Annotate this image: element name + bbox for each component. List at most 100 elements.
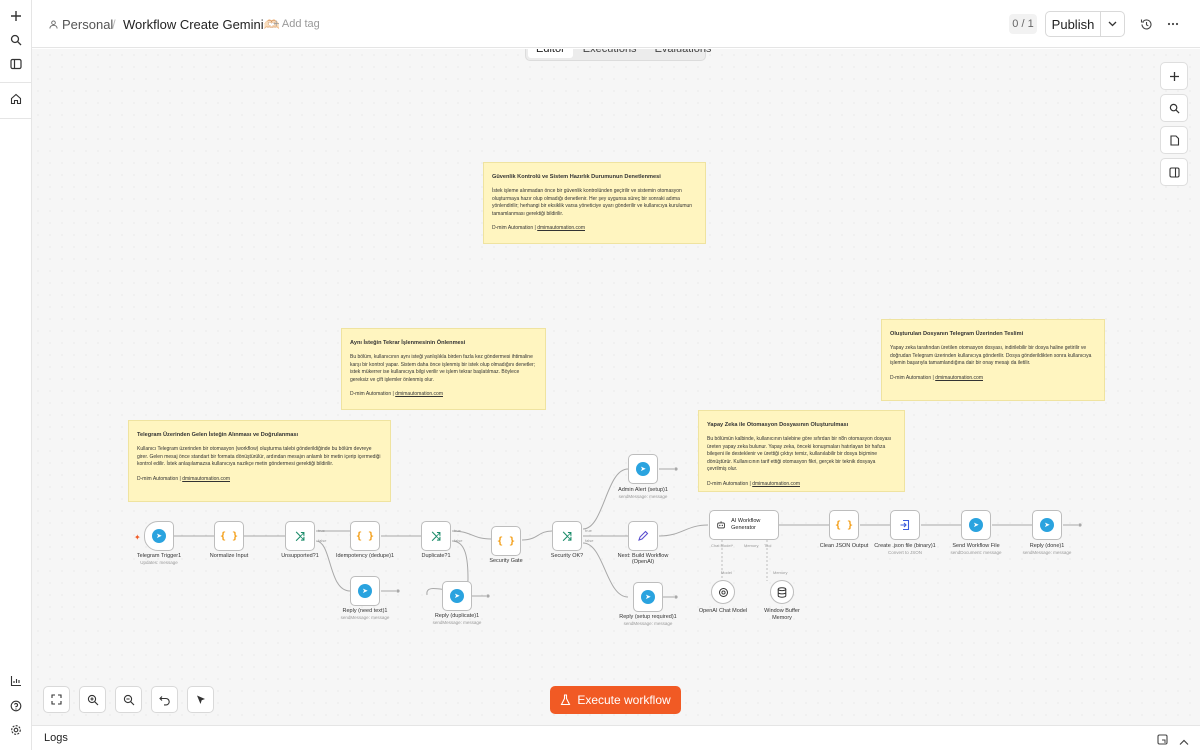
node-label: Admin Alert (setup)1 — [618, 487, 668, 493]
node-build-workflow[interactable] — [628, 521, 658, 551]
sticky-note-ai-generation[interactable]: Yapay Zeka ile Otomasyon Dosyasının Oluş… — [698, 410, 905, 492]
tab-editor[interactable]: Editor — [528, 49, 573, 58]
port-label: Memory — [744, 543, 759, 548]
telegram-icon: ➤ — [969, 518, 983, 532]
left-rail — [0, 0, 32, 750]
cursor-icon — [196, 695, 205, 704]
node-label: Security OK? — [550, 553, 584, 559]
more-options-icon[interactable] — [1165, 16, 1181, 32]
node-clean-json-output[interactable]: { } — [829, 510, 859, 540]
popout-icon[interactable] — [1157, 732, 1168, 750]
panel-icon[interactable] — [6, 54, 26, 74]
flask-icon — [560, 694, 571, 706]
node-security-gate[interactable]: { } — [491, 526, 521, 556]
node-subtitle: sendMessage: message — [618, 494, 668, 499]
node-reply-duplicate[interactable]: ➤ — [442, 581, 472, 611]
node-subtitle: sendMessage: message — [340, 615, 390, 620]
node-reply-done[interactable]: ➤ — [1032, 510, 1062, 540]
tab-executions[interactable]: Executions — [575, 49, 645, 58]
switch-icon: ⤨ — [562, 528, 572, 543]
node-idempotency[interactable]: { } — [350, 521, 380, 551]
logs-bar[interactable]: Logs — [32, 725, 1200, 750]
workflow-name[interactable]: Workflow Create Gemini🫶🏻 — [123, 17, 280, 33]
settings-icon[interactable] — [6, 720, 26, 740]
node-reply-setup-required[interactable]: ➤ — [633, 582, 663, 612]
node-label: Reply (need text)1 — [342, 608, 388, 614]
port-label: false — [318, 538, 327, 543]
node-label: Window Buffer Memory — [764, 608, 800, 622]
node-admin-alert[interactable]: ➤ — [628, 454, 658, 484]
telegram-icon: ➤ — [358, 584, 372, 598]
node-label: Normalize Input — [209, 553, 249, 559]
port-label: Chat Model* — [711, 543, 734, 548]
tab-evaluations[interactable]: Evaluations — [647, 49, 720, 58]
node-unsupported[interactable]: ⤨ — [285, 521, 315, 551]
tidy-up-button[interactable] — [187, 686, 214, 713]
node-openai-chat-model[interactable] — [711, 580, 735, 604]
node-label: OpenAI Chat Model — [698, 608, 748, 614]
chart-icon[interactable] — [6, 671, 26, 691]
telegram-icon: ➤ — [450, 589, 464, 603]
chevron-down-icon — [1108, 21, 1117, 27]
home-icon[interactable] — [6, 89, 26, 109]
code-braces-icon: { } — [834, 519, 854, 531]
telegram-icon: ➤ — [1040, 518, 1054, 532]
sticky-note-button[interactable] — [1160, 126, 1188, 154]
sticky-note-dedupe[interactable]: Aynı İsteğin Tekrar İşlenmesinin Önlenme… — [341, 328, 546, 410]
zoom-in-button[interactable] — [79, 686, 106, 713]
breadcrumb-project[interactable]: Personal — [49, 17, 113, 32]
undo-button[interactable] — [151, 686, 178, 713]
code-braces-icon: { } — [219, 530, 239, 542]
trigger-bolt-icon: ✦ — [134, 533, 141, 542]
publish-button[interactable]: Publish — [1046, 12, 1101, 36]
code-braces-icon: { } — [496, 535, 516, 547]
node-create-json-file[interactable] — [890, 510, 920, 540]
add-tag-button[interactable]: + Add tag — [273, 18, 320, 30]
port-label: true — [318, 528, 325, 533]
node-label: Unsupported?1 — [281, 553, 319, 559]
zoom-out-button[interactable] — [115, 686, 142, 713]
toggle-panel-button[interactable] — [1160, 158, 1188, 186]
switch-icon: ⤨ — [295, 528, 305, 543]
telegram-icon: ➤ — [636, 462, 650, 476]
plus-icon[interactable] — [6, 6, 26, 26]
undo-icon — [158, 695, 170, 705]
openai-icon — [718, 587, 728, 597]
help-icon[interactable] — [6, 696, 26, 716]
node-label: Reply (done)1 — [1029, 543, 1065, 549]
add-node-button[interactable] — [1160, 62, 1188, 90]
node-label: Telegram Trigger1 — [136, 553, 182, 559]
chevron-up-icon[interactable] — [1179, 733, 1189, 750]
node-security-ok[interactable]: ⤨ — [552, 521, 582, 551]
search-icon[interactable] — [6, 30, 26, 50]
zoom-in-icon — [87, 694, 98, 705]
node-telegram-trigger[interactable]: ➤ — [144, 521, 174, 551]
node-duplicate[interactable]: ⤨ — [421, 521, 451, 551]
node-subtitle: sendMessage: message — [432, 620, 482, 625]
node-label: Send Workflow File — [952, 543, 1000, 549]
workflow-canvas[interactable]: Editor Executions Evaluations Güvenlik K… — [32, 49, 1200, 725]
database-icon — [777, 586, 787, 598]
node-normalize-input[interactable]: { } — [214, 521, 244, 551]
search-nodes-button[interactable] — [1160, 94, 1188, 122]
view-tabs: Editor Executions Evaluations — [525, 49, 711, 61]
history-icon[interactable] — [1138, 16, 1154, 32]
robot-icon — [717, 521, 725, 529]
search-icon — [1169, 103, 1180, 114]
panel-icon — [1168, 166, 1180, 178]
node-send-workflow-file[interactable]: ➤ — [961, 510, 991, 540]
execute-workflow-button[interactable]: Execute workflow — [550, 686, 681, 714]
publish-dropdown-button[interactable] — [1101, 12, 1124, 36]
telegram-icon: ➤ — [152, 529, 166, 543]
switch-icon: ⤨ — [431, 528, 441, 543]
node-window-buffer-memory[interactable] — [770, 580, 794, 604]
fit-view-button[interactable] — [43, 686, 70, 713]
sticky-note-telegram-delivery[interactable]: Oluşturulan Dosyanın Telegram Üzerinden … — [881, 319, 1105, 401]
telegram-icon: ➤ — [641, 590, 655, 604]
node-label: Next: Build Workflow (OpenAI) — [617, 553, 669, 565]
port-label: Tool — [764, 543, 772, 548]
sticky-note-security[interactable]: Güvenlik Kontrolü ve Sistem Hazırlık Dur… — [483, 162, 706, 244]
node-ai-workflow-generator[interactable]: AI Workflow Generator — [709, 510, 779, 540]
node-reply-need-text[interactable]: ➤ — [350, 576, 380, 606]
sticky-note-telegram-input[interactable]: Telegram Üzerinden Gelen İsteğin Alınmas… — [128, 420, 391, 502]
